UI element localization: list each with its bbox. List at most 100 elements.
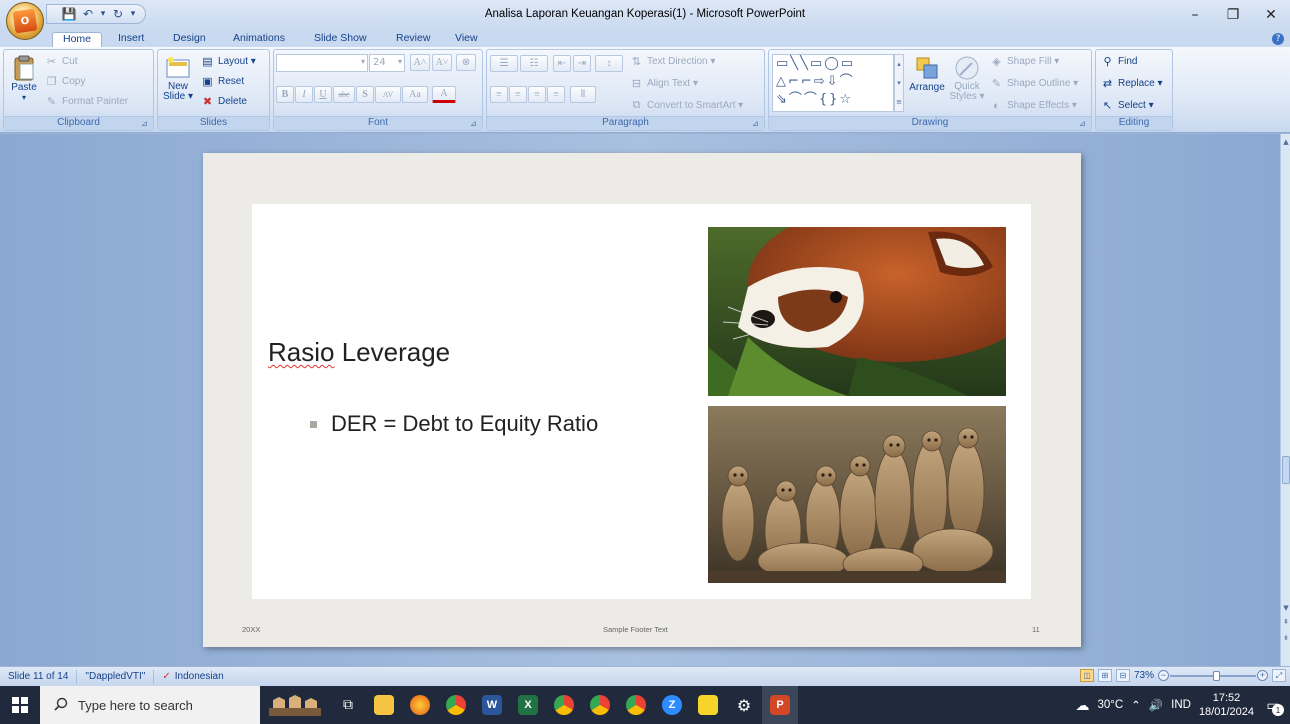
zoom-slider[interactable]: − + <box>1158 669 1268 682</box>
bullet-item[interactable]: DER = Debt to Equity Ratio <box>310 411 598 437</box>
align-center-button[interactable]: ≡ <box>509 86 527 103</box>
strikethrough-button[interactable]: abc <box>333 86 355 103</box>
tab-design[interactable]: Design <box>173 32 206 47</box>
tab-review[interactable]: Review <box>396 32 430 47</box>
replace-button[interactable]: ⇄ Replace ▾ <box>1100 76 1163 91</box>
align-left-button[interactable]: ≡ <box>490 86 508 103</box>
shape-fill-button[interactable]: ◈ Shape Fill ▾ <box>989 54 1059 69</box>
close-button[interactable]: ✕ <box>1252 0 1290 30</box>
columns-button[interactable]: ⫴ <box>570 86 596 103</box>
sticky-notes-icon[interactable] <box>690 686 726 724</box>
slide-show-view-icon[interactable]: ⊟ <box>1115 669 1130 682</box>
shapes-gallery-scroll[interactable]: ▴ ▾ ≡ <box>894 54 904 112</box>
character-spacing-button[interactable]: AV <box>375 86 401 103</box>
justify-button[interactable]: ≡ <box>547 86 565 103</box>
dialog-launcher-icon[interactable]: ⊿ <box>1079 119 1088 128</box>
shrink-font-button[interactable]: A˅ <box>432 54 452 71</box>
line-spacing-button[interactable]: ↕ <box>595 55 623 72</box>
maximize-button[interactable]: ❐ <box>1214 0 1252 30</box>
format-painter-button[interactable]: ✎ Format Painter <box>44 94 128 109</box>
clear-formatting-button[interactable]: ⊗ <box>456 54 476 71</box>
convert-smartart-button[interactable]: ⧉ Convert to SmartArt ▾ <box>629 98 744 113</box>
text-direction-button[interactable]: ⇅ Text Direction ▾ <box>629 54 715 69</box>
clock[interactable]: 17:52 18/01/2024 <box>1199 691 1254 719</box>
chrome-profile-2-icon[interactable] <box>582 686 618 724</box>
zoom-level[interactable]: 73% <box>1134 670 1154 681</box>
chrome-profile-3-icon[interactable] <box>618 686 654 724</box>
office-button[interactable]: O <box>6 2 44 40</box>
notification-icon[interactable]: ▭ 1 <box>1262 694 1284 716</box>
tab-insert[interactable]: Insert <box>118 32 144 47</box>
scroll-up-icon[interactable]: ▲ <box>1282 138 1290 148</box>
file-explorer-icon[interactable] <box>366 686 402 724</box>
scroll-down-icon[interactable]: ▼ <box>1282 604 1290 614</box>
shapes-gallery[interactable]: ▭╲╲▭◯▭ △⌐⌐⇨⇩⌒ ⇘⌒⌒{}☆ <box>772 54 894 112</box>
zoom-in-icon[interactable]: + <box>1257 669 1268 681</box>
firefox-icon[interactable] <box>402 686 438 724</box>
fit-to-window-icon[interactable]: ⤢ <box>1272 669 1286 682</box>
bold-button[interactable]: B <box>276 86 294 103</box>
chrome-profile-1-icon[interactable] <box>546 686 582 724</box>
word-icon[interactable]: W <box>474 686 510 724</box>
delete-slide-button[interactable]: ✖ Delete <box>200 94 247 109</box>
previous-slide-icon[interactable]: ⇞ <box>1282 618 1290 628</box>
dialog-launcher-icon[interactable]: ⊿ <box>470 119 479 128</box>
zoom-thumb[interactable] <box>1213 670 1221 681</box>
font-color-button[interactable]: A <box>432 86 456 103</box>
slide[interactable]: Rasio Leverage DER = Debt to Equity Rati… <box>203 153 1081 647</box>
settings-gear-icon[interactable]: ⚙ <box>726 686 762 724</box>
slide-number[interactable]: 11 <box>1032 625 1040 634</box>
new-slide-button[interactable]: New Slide ▾ <box>160 54 196 102</box>
grow-font-button[interactable]: A˄ <box>410 54 430 71</box>
slide-title[interactable]: Rasio Leverage <box>268 337 450 368</box>
task-view-icon[interactable]: ⧉ <box>330 686 366 724</box>
tab-animations[interactable]: Animations <box>233 32 285 47</box>
excel-icon[interactable]: X <box>510 686 546 724</box>
meerkats-image[interactable] <box>708 406 1006 583</box>
dialog-launcher-icon[interactable]: ⊿ <box>141 119 150 128</box>
align-right-button[interactable]: ≡ <box>528 86 546 103</box>
minimize-button[interactable]: – <box>1176 0 1214 30</box>
taskbar-search-box[interactable]: Type here to search <box>40 686 260 724</box>
zoom-app-icon[interactable]: Z <box>654 686 690 724</box>
next-slide-icon[interactable]: ⇟ <box>1282 634 1290 644</box>
copy-button[interactable]: ❐ Copy <box>44 74 86 89</box>
chrome-icon[interactable] <box>438 686 474 724</box>
slide-footer-date[interactable]: 20XX <box>242 625 260 634</box>
increase-indent-button[interactable]: ⇥ <box>573 55 591 72</box>
font-name-combo[interactable]: ▾ <box>276 54 368 72</box>
bullets-button[interactable]: ☰ <box>490 55 518 72</box>
red-panda-image[interactable] <box>708 227 1006 396</box>
windows-start-icon[interactable] <box>0 686 40 724</box>
text-shadow-button[interactable]: S <box>356 86 374 103</box>
tab-slide-show[interactable]: Slide Show <box>314 32 367 47</box>
arrange-button[interactable]: Arrange <box>907 54 947 93</box>
select-button[interactable]: ↖ Select ▾ <box>1100 98 1154 113</box>
font-size-combo[interactable]: 24 ▾ <box>369 54 405 72</box>
quick-styles-button[interactable]: Quick Styles ▾ <box>949 54 985 102</box>
scroll-thumb[interactable] <box>1282 456 1290 484</box>
vertical-scrollbar[interactable]: ▲ ▼ ⇞ ⇟ <box>1280 134 1290 666</box>
input-language[interactable]: IND <box>1171 699 1191 711</box>
tab-home[interactable]: Home <box>52 32 103 47</box>
zoom-out-icon[interactable]: − <box>1158 669 1169 681</box>
italic-button[interactable]: I <box>295 86 313 103</box>
shape-outline-button[interactable]: ✎ Shape Outline ▾ <box>989 76 1078 91</box>
reset-button[interactable]: ▣ Reset <box>200 74 244 89</box>
normal-view-icon[interactable]: ◫ <box>1079 669 1094 682</box>
underline-button[interactable]: U <box>314 86 332 103</box>
weather-icon[interactable]: ☁ <box>1075 697 1089 714</box>
volume-icon[interactable]: 🔊 <box>1149 698 1163 712</box>
layout-button[interactable]: ▤ Layout ▾ <box>200 54 256 69</box>
shape-effects-button[interactable]: ◐ Shape Effects ▾ <box>989 98 1077 113</box>
language-indicator[interactable]: ✓ Indonesian <box>154 670 231 684</box>
align-text-button[interactable]: ⊟ Align Text ▾ <box>629 76 698 91</box>
help-icon[interactable]: ? <box>1272 33 1284 45</box>
show-hidden-icons-icon[interactable]: ⌃ <box>1131 698 1141 712</box>
slide-footer-text[interactable]: Sample Footer Text <box>603 625 668 634</box>
find-button[interactable]: ⚲ Find <box>1100 54 1137 69</box>
numbering-button[interactable]: ☷ <box>520 55 548 72</box>
change-case-button[interactable]: Aa <box>402 86 428 103</box>
decrease-indent-button[interactable]: ⇤ <box>553 55 571 72</box>
cut-button[interactable]: ✂ Cut <box>44 54 78 69</box>
